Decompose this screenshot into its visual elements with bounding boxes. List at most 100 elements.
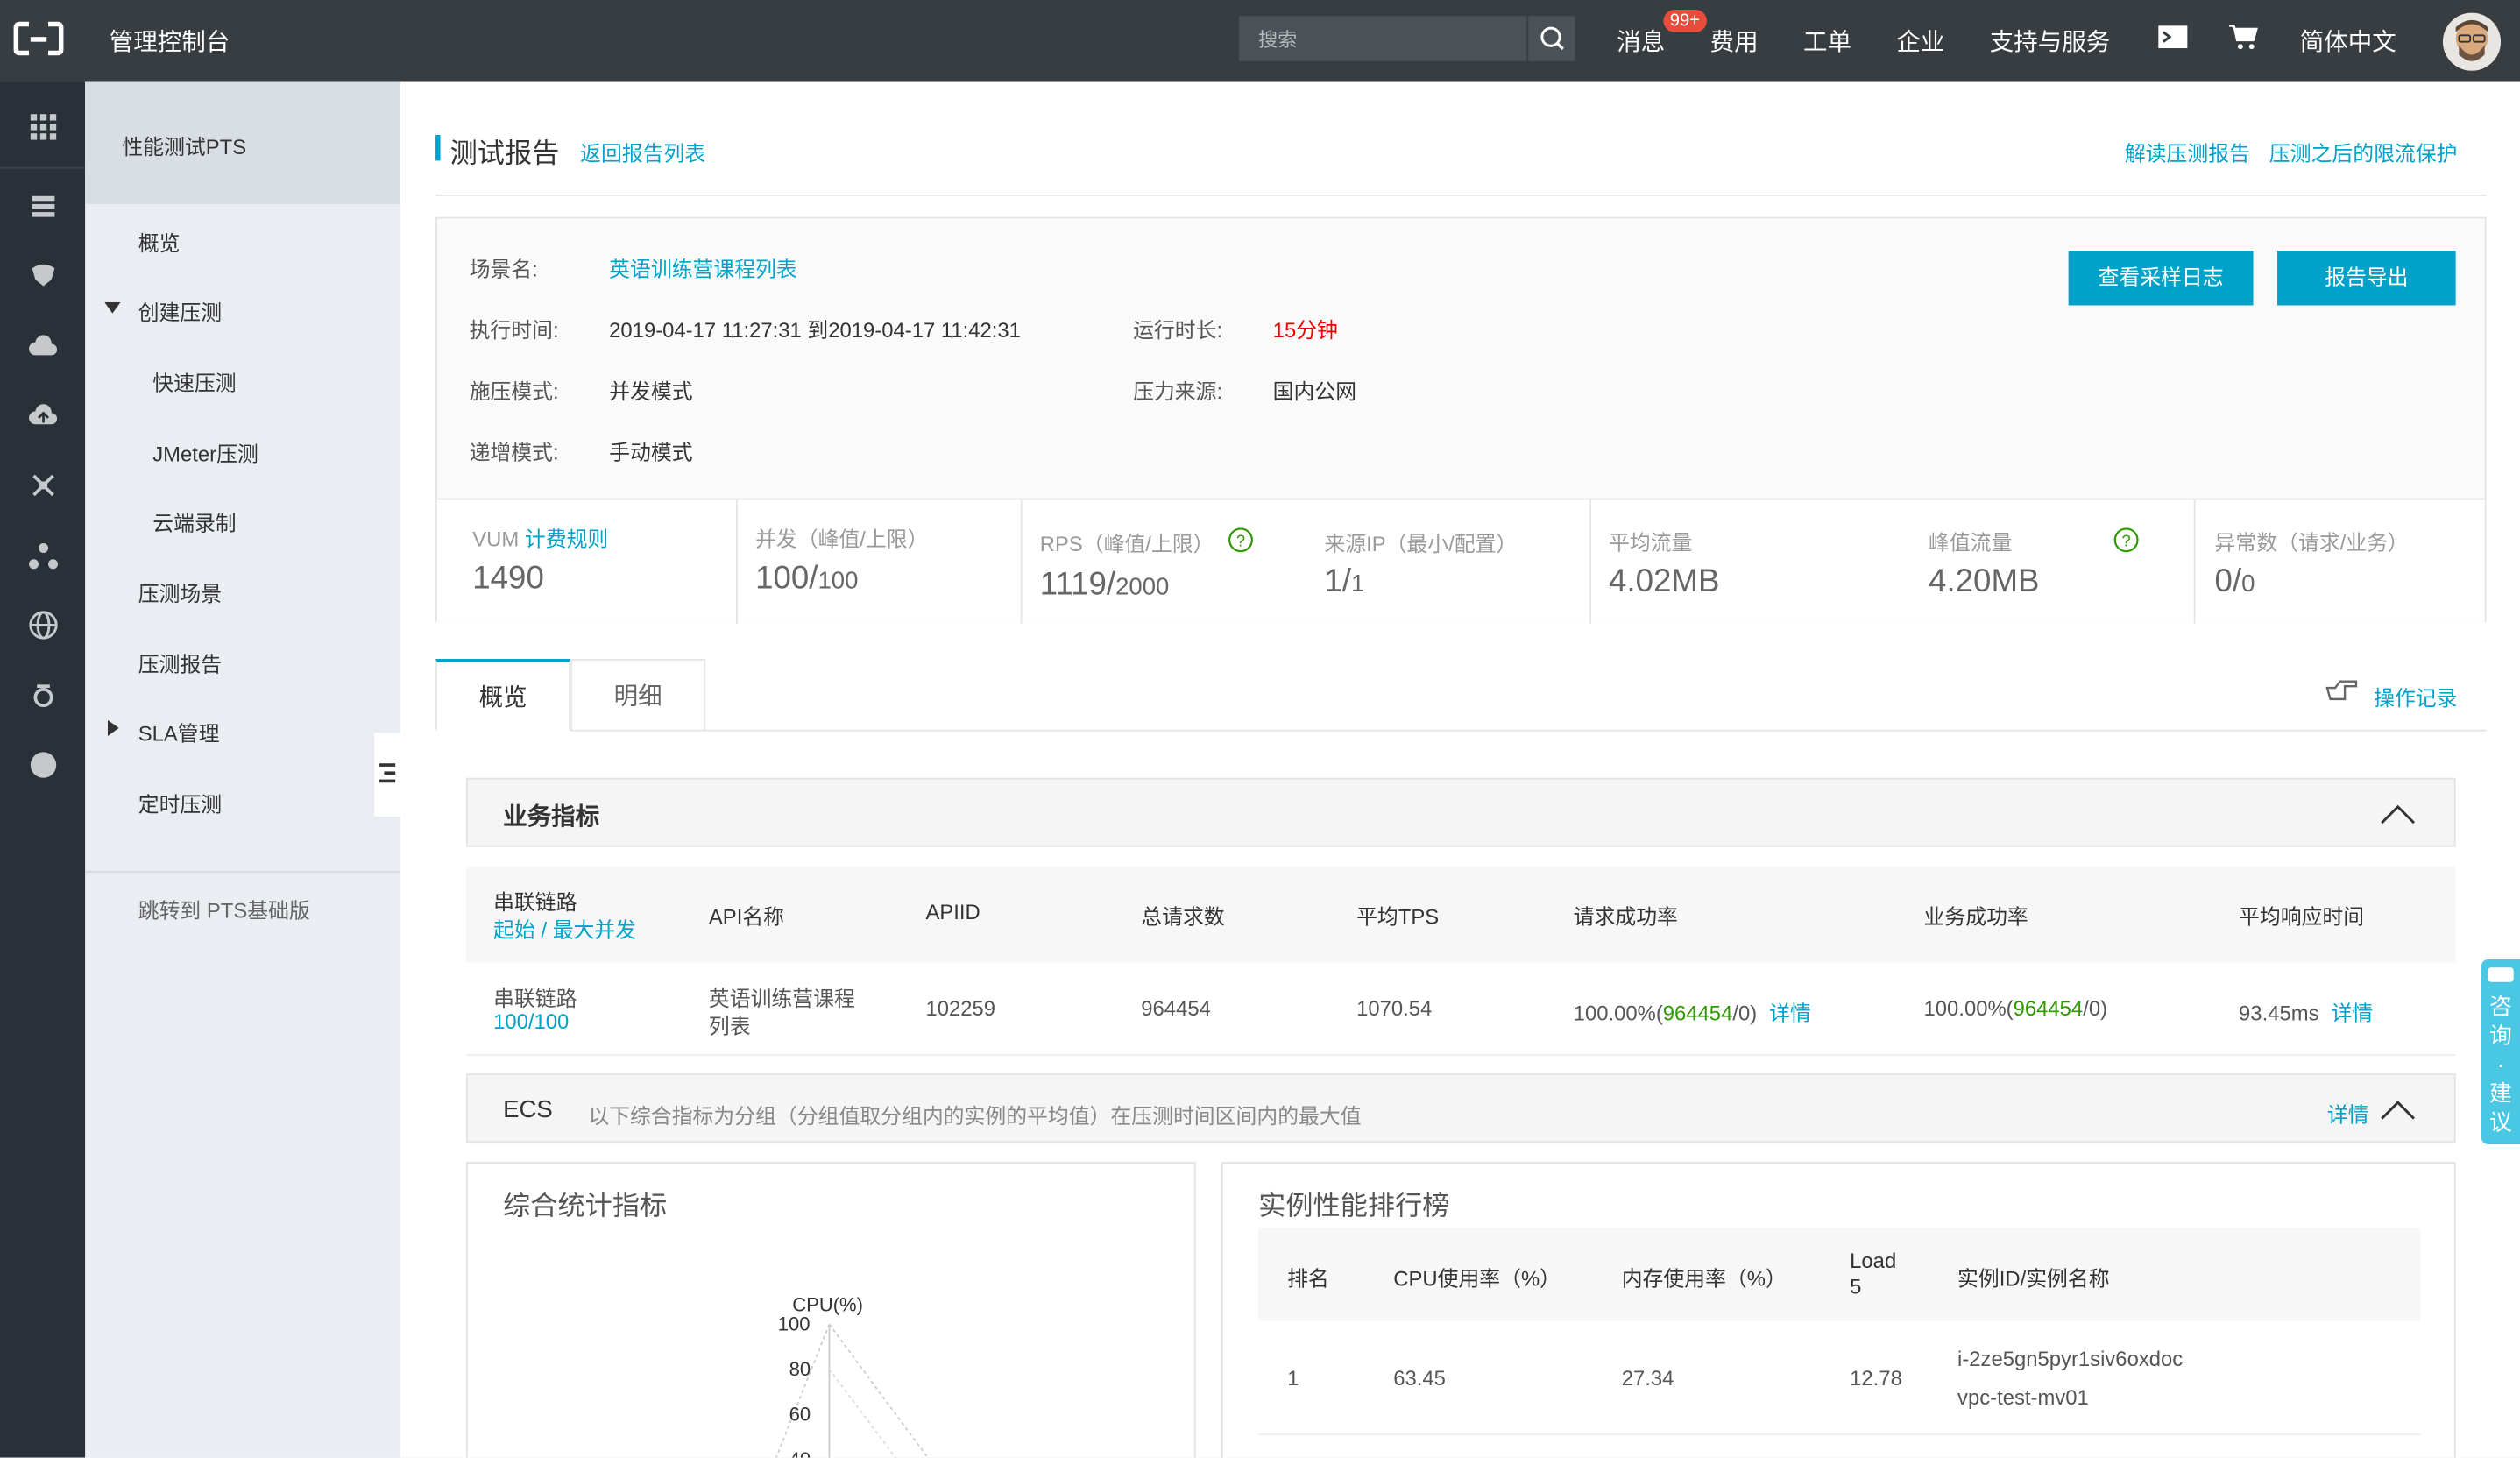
response-time-value: 93.45ms — [2239, 1001, 2319, 1026]
cloud-icon[interactable] — [27, 331, 60, 364]
circle-icon[interactable] — [27, 749, 60, 782]
cart-icon[interactable] — [2227, 21, 2260, 53]
sidebar-item-quick[interactable]: 快速压测 — [152, 366, 236, 397]
business-table-header: 串联链路 起始 / 最大并发 API名称 APIID 总请求数 平均TPS 请求… — [465, 866, 2456, 963]
exec-time-label: 执行时间: — [469, 318, 559, 343]
sidebar-collapse-handle[interactable] — [374, 733, 400, 817]
scene-label: 场景名: — [469, 257, 538, 281]
aliyun-logo-icon[interactable] — [13, 19, 65, 58]
overall-stats-panel: 综合统计指标 CPU(%) 100 80 60 40 — [465, 1162, 1196, 1458]
rate-success-count: 964454 — [1662, 1001, 1733, 1026]
load-value: 12.78 — [1850, 1366, 1902, 1391]
rate-prefix: 100.00%( — [1923, 996, 2014, 1021]
metric-label: RPS（峰值/上限） — [1039, 532, 1214, 556]
pointing-hand-icon[interactable] — [2324, 678, 2359, 704]
console-title[interactable]: 管理控制台 — [110, 25, 230, 59]
tab-overview[interactable]: 概览 — [435, 659, 571, 732]
sidebar-item-record[interactable]: 云端录制 — [152, 506, 236, 537]
caret-down-icon[interactable] — [104, 301, 121, 315]
shield-icon[interactable] — [27, 260, 60, 293]
sidebar-title: 性能测试PTS — [85, 81, 400, 204]
metric-label: 异常数（请求/业务） — [2214, 530, 2409, 555]
help-circle-icon[interactable]: ? — [2113, 527, 2139, 553]
row-total-requests: 964454 — [1141, 996, 1211, 1021]
collapse-menu-icon — [379, 763, 396, 783]
ecs-detail-link[interactable]: 详情 — [2327, 1098, 2369, 1129]
col-request-success-rate: 请求成功率 — [1573, 904, 1678, 930]
nav-messages[interactable]: 消息 — [1617, 25, 1665, 59]
export-report-button[interactable]: 报告导出 — [2277, 251, 2456, 306]
search-icon[interactable] — [1526, 16, 1575, 61]
business-metrics-header[interactable]: 业务指标 — [465, 777, 2456, 847]
cloud-upload-icon[interactable] — [27, 400, 60, 433]
metric-label: VUM 计费规则 — [472, 522, 608, 553]
terminal-icon[interactable] — [2156, 23, 2189, 52]
language-switch[interactable]: 简体中文 — [2300, 25, 2396, 59]
network-cross-icon[interactable] — [27, 470, 60, 502]
caret-right-icon[interactable] — [107, 719, 119, 737]
tab-detail[interactable]: 明细 — [570, 659, 706, 732]
sidebar-item-create[interactable]: 创建压测 — [138, 295, 222, 326]
nav-billing[interactable]: 费用 — [1710, 25, 1759, 59]
consult-suggest-button[interactable]: 咨 询 · 建 议 — [2481, 959, 2520, 1144]
page-title: 测试报告 — [449, 138, 560, 169]
chevron-up-icon[interactable] — [2380, 802, 2416, 825]
metric-value: 100/100 — [755, 561, 858, 598]
grid-icon[interactable] — [27, 111, 60, 144]
ecs-header[interactable]: ECS 以下综合指标为分组（分组值取分组内的实例的平均值）在压测时间区间内的最大… — [465, 1073, 2456, 1143]
cluster-icon[interactable] — [27, 540, 60, 572]
search-placeholder: 搜索 — [1258, 29, 1298, 52]
request-rate-detail-link[interactable]: 详情 — [1769, 1001, 1811, 1026]
row-request-success-rate: 100.00%(964454/0) 详情 — [1574, 996, 1811, 1027]
search-input[interactable]: 搜索 — [1239, 16, 1575, 61]
rate-limit-protect-link[interactable]: 压测之后的限流保护 — [2269, 137, 2458, 167]
chain-max-concurrency-link[interactable]: 最大并发 — [553, 917, 636, 942]
chat-icon — [2488, 967, 2514, 982]
chevron-up-icon[interactable] — [2380, 1098, 2416, 1121]
ramp-mode-value: 手动模式 — [609, 440, 693, 465]
response-time-detail-link[interactable]: 详情 — [2332, 1001, 2374, 1026]
consult-char: · — [2496, 1051, 2505, 1077]
sidebar-item-sla[interactable]: SLA管理 — [138, 717, 220, 747]
sidebar-item-overview[interactable]: 概览 — [138, 227, 181, 258]
row-avg-tps: 1070.54 — [1356, 996, 1433, 1021]
rate-success-count: 964454 — [2013, 996, 2084, 1021]
metric-source-ip: 来源IP（最小/配置） 1/1 — [1306, 499, 1591, 624]
row-api-name-line1: 英语训练营课程 — [708, 987, 855, 1011]
sidebar-item-jmeter[interactable]: JMeter压测 — [152, 437, 258, 468]
globe-icon[interactable] — [27, 609, 60, 641]
nav-tickets[interactable]: 工单 — [1803, 25, 1851, 59]
pressure-source-label: 压力来源: — [1133, 379, 1223, 404]
row-chain-sub[interactable]: 100/100 — [493, 1009, 569, 1034]
sidebar-item-report[interactable]: 压测报告 — [138, 648, 222, 678]
col-avg-response-time: 平均响应时间 — [2239, 904, 2365, 930]
metric-value-sub: 1 — [1350, 570, 1365, 598]
metric-value-sub: 100 — [818, 567, 859, 595]
back-to-report-list-link[interactable]: 返回报告列表 — [580, 137, 705, 167]
row-divider — [465, 1054, 2456, 1057]
metric-value-main: 100/ — [755, 561, 818, 597]
svg-text:?: ? — [2122, 532, 2131, 550]
chain-start-link[interactable]: 起始 — [493, 917, 535, 942]
instance-ranking-panel: 实例性能排行榜 排名 CPU使用率（%） 内存使用率（%） Load 5 实例I… — [1221, 1162, 2456, 1458]
nav-support[interactable]: 支持与服务 — [1990, 25, 2111, 59]
server-icon[interactable] — [27, 191, 60, 223]
metric-label: 来源IP（最小/配置） — [1324, 532, 1518, 556]
nav-enterprise[interactable]: 企业 — [1896, 25, 1944, 59]
metric-avg-traffic: 平均流量 4.02MB — [1591, 499, 1894, 623]
report-summary: 场景名: 英语训练营课程列表 执行时间: 2019-04-17 11:27:31… — [435, 216, 2487, 624]
sidebar-item-scene[interactable]: 压测场景 — [138, 577, 222, 607]
billing-rules-link[interactable]: 计费规则 — [525, 527, 608, 552]
view-sample-log-button[interactable]: 查看采样日志 — [2068, 251, 2254, 306]
instance-id[interactable]: i-2ze5gn5pyr1siv6oxdoc — [1957, 1347, 2183, 1371]
sidebar-item-timed[interactable]: 定时压测 — [138, 788, 222, 818]
operation-record-link[interactable]: 操作记录 — [2374, 682, 2457, 712]
sidebar-item-basic[interactable]: 跳转到 PTS基础版 — [138, 894, 310, 924]
help-circle-icon[interactable]: ? — [1228, 527, 1253, 553]
scene-name-link[interactable]: 英语训练营课程列表 — [609, 252, 797, 283]
metric-value-main: 1/ — [1324, 563, 1351, 600]
user-avatar[interactable] — [2442, 12, 2502, 71]
gear-cloud-icon[interactable] — [27, 680, 60, 712]
instance-ranking-title: 实例性能排行榜 — [1258, 1191, 1450, 1221]
read-report-link[interactable]: 解读压测报告 — [2125, 137, 2250, 167]
